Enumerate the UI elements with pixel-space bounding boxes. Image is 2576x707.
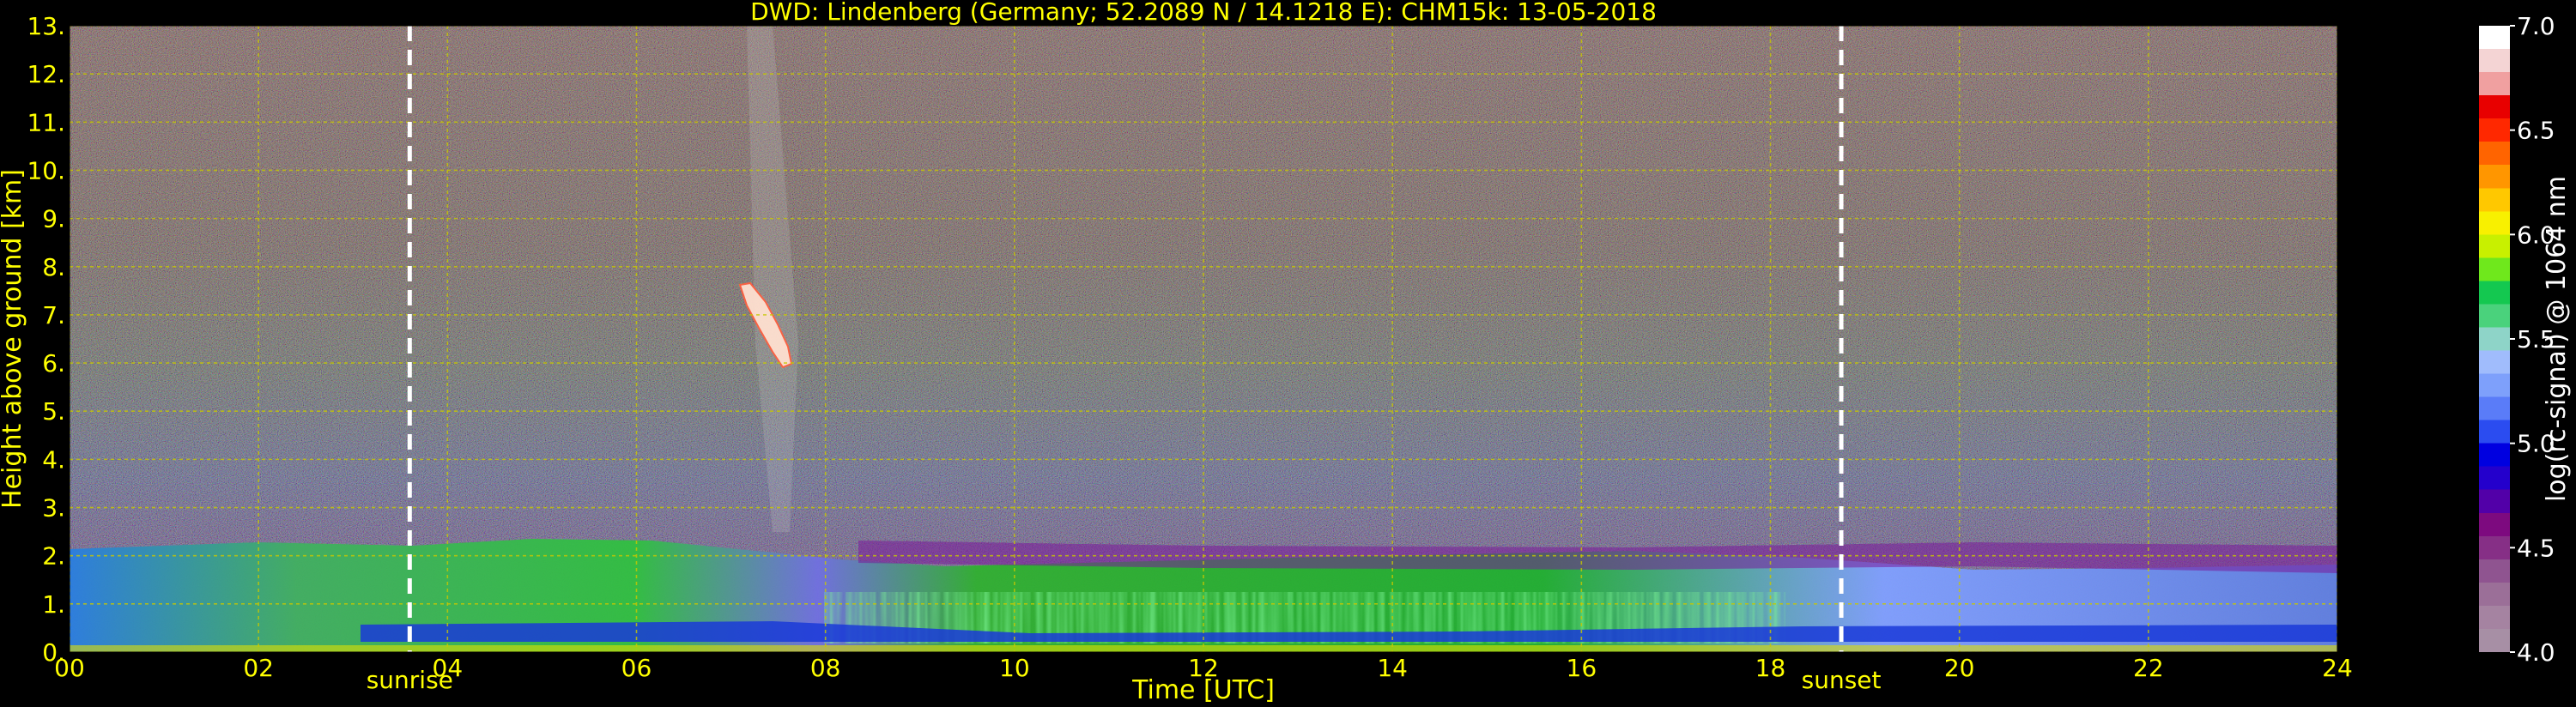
y-tick-label: 7. (42, 301, 65, 329)
y-tick-label: 5. (42, 397, 65, 426)
x-tick-label: 18 (1755, 654, 1786, 682)
x-tick-label: 04 (433, 654, 464, 682)
y-tick-label: 12. (27, 60, 65, 88)
colorbar-tick-label: 4.5 (2517, 534, 2555, 562)
x-tick-label: 10 (999, 654, 1030, 682)
colorbar-label: log(rc-signal) @ 1064 nm (2542, 176, 2572, 502)
y-tick-label: 1. (42, 590, 65, 619)
colorbar-strip (2479, 26, 2510, 652)
x-tick-label: 20 (1944, 654, 1975, 682)
y-tick-label: 8. (42, 253, 65, 281)
chart-title: DWD: Lindenberg (Germany; 52.2089 N / 14… (750, 0, 1657, 26)
x-tick-label: 02 (243, 654, 274, 682)
colorbar-tick-label: 4.0 (2517, 638, 2555, 667)
x-tick-label: 06 (621, 654, 652, 682)
colorbar-tick-label: 7.0 (2517, 12, 2555, 40)
y-axis-ticks: 0. 1. 2. 3. 4. 5. 6. 7. 8. 9. 10. 11. 12. 13. (27, 12, 65, 667)
y-tick-label: 10. (27, 156, 65, 184)
x-axis-label: Time [UTC] (1131, 675, 1275, 705)
y-tick-label: 2. (42, 542, 65, 571)
y-tick-label: 13. (27, 12, 65, 40)
y-tick-label: 6. (42, 349, 65, 378)
colorbar-tick-label: 6.5 (2517, 117, 2555, 145)
x-tick-label: 08 (810, 654, 841, 682)
x-tick-label: 14 (1377, 654, 1408, 682)
y-tick-label: 3. (42, 494, 65, 523)
x-tick-label: 16 (1567, 654, 1597, 682)
y-tick-label: 9. (42, 205, 65, 233)
y-axis-label: Height above ground [km] (0, 169, 27, 509)
y-tick-label: 11. (27, 108, 65, 136)
ceilometer-chart: sunrise sunset DWD: Lindenberg (Germany; … (0, 0, 2572, 705)
x-tick-label: 22 (2133, 654, 2164, 682)
sunset-label: sunset (1802, 666, 1882, 694)
y-tick-label: 0. (42, 638, 65, 667)
x-tick-label: 24 (2322, 654, 2353, 682)
y-tick-label: 4. (42, 445, 65, 474)
